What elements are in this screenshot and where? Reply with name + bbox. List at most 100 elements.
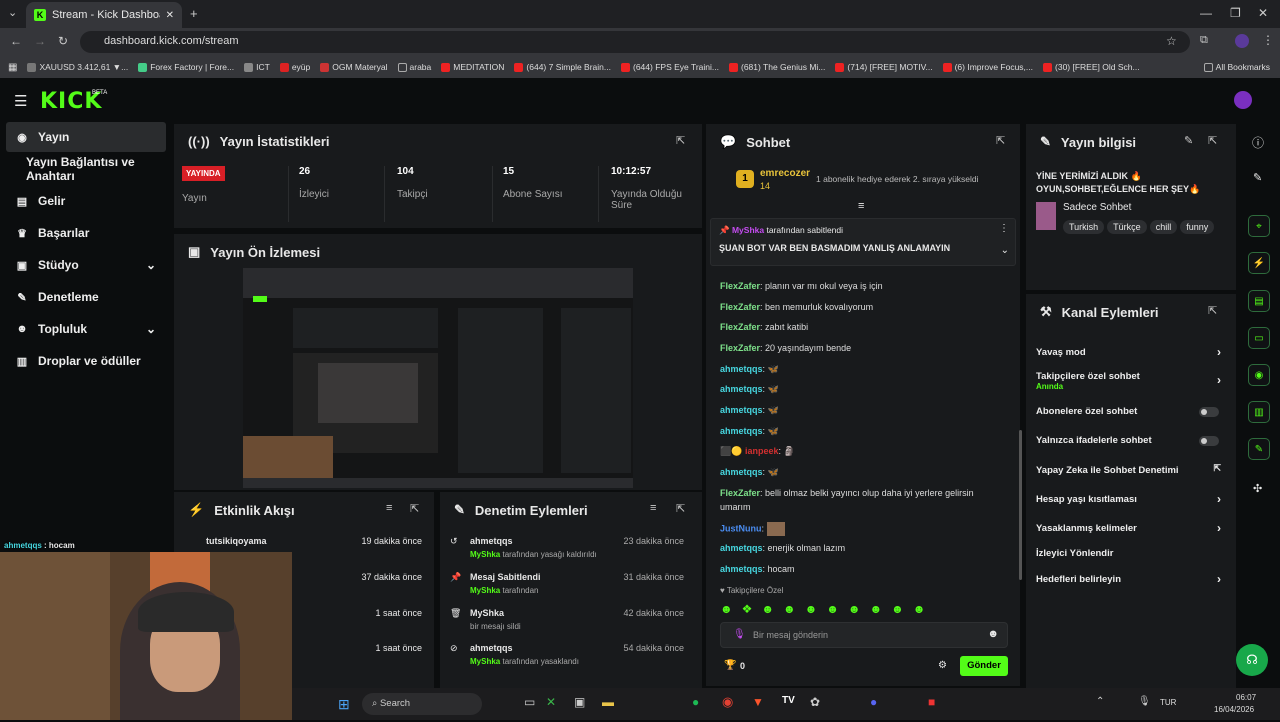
extensions-icon[interactable]: ⧉ (1200, 34, 1208, 47)
browser-tab[interactable]: K Stream - Kick Dashboard ✕ (26, 2, 182, 28)
bookmark-item[interactable]: ICT (244, 62, 270, 72)
action-host[interactable]: İzleyici Yönlendir (1036, 548, 1221, 559)
tool-document-icon[interactable]: ▤ (1248, 290, 1270, 312)
clock-date[interactable]: 16/04/2026 (1214, 705, 1254, 714)
support-headset-icon[interactable]: ☊ (1236, 644, 1268, 676)
expand-icon[interactable]: ⇱ (410, 502, 419, 515)
bookmark-item[interactable]: (644) 7 Simple Brain... (514, 62, 611, 72)
action-banned-words[interactable]: Yasaklanmış kelimeler › (1036, 521, 1221, 535)
microphone-icon[interactable]: 🎙 (1138, 696, 1151, 707)
sidebar-item-studyo[interactable]: ▣ Stüdyo ⌄ (6, 250, 166, 280)
edit-pencil-icon[interactable]: ✎ (1253, 171, 1262, 184)
xbox-icon[interactable]: ✕ (546, 695, 556, 709)
pinned-message[interactable]: 📌 MyShka tarafından sabitlendi ŞUAN BOT … (710, 218, 1016, 266)
tool-lightning-icon[interactable]: ⚡ (1248, 252, 1270, 274)
bookmark-item[interactable]: MEDITATION (441, 62, 504, 72)
bookmark-item[interactable]: OGM Materyal (320, 62, 388, 72)
tray-chevron-icon[interactable]: ⌃ (1096, 696, 1104, 707)
filter-icon[interactable]: ≡ (858, 200, 864, 212)
close-window-icon[interactable]: ✕ (1258, 6, 1268, 20)
bookmark-folder[interactable]: araba (397, 62, 431, 72)
edit-pencil-icon[interactable]: ✎ (1184, 134, 1193, 147)
action-goals[interactable]: Hedefleri belirleyin › (1036, 572, 1221, 586)
browser-menu-icon[interactable]: ⋮ (1262, 33, 1274, 47)
tool-chat-icon[interactable]: ▭ (1248, 327, 1270, 349)
chat-message: ahmetqqs: 🦋 (720, 384, 779, 394)
info-icon[interactable]: ⓘ (1252, 134, 1264, 151)
sidebar-item-yayin[interactable]: ◉ Yayın (6, 122, 166, 152)
task-view-icon[interactable]: ▭ (524, 695, 535, 709)
close-tab-icon[interactable]: ✕ (166, 10, 174, 21)
brave-icon[interactable]: ▼ (752, 695, 764, 709)
tool-wrench-icon[interactable]: ✎ (1248, 438, 1270, 460)
apps-grid-icon[interactable]: ▦ (8, 62, 17, 73)
language-indicator[interactable]: TUR (1160, 698, 1176, 707)
chatgpt-icon[interactable]: ✿ (810, 695, 820, 709)
sidebar-item-gelir[interactable]: ▤ Gelir (6, 186, 166, 216)
action-emote-only[interactable]: Yalnızca ifadelerle sohbet (1036, 435, 1221, 446)
expand-icon[interactable]: ⇱ (676, 502, 685, 515)
broadcast-icon: ((·)) (188, 134, 210, 149)
back-icon[interactable]: ← (10, 34, 22, 48)
discord-icon[interactable]: ● (870, 695, 877, 709)
tool-broadcast-icon[interactable]: ◉ (1248, 364, 1270, 386)
bookmark-item[interactable]: Forex Factory | Fore... (138, 62, 234, 72)
tradingview-icon[interactable]: TV (782, 695, 795, 706)
sidebar-item-topluluk[interactable]: ☻ Topluluk ⌄ (6, 314, 166, 344)
kick-header (0, 78, 1280, 122)
chat-scrollbar[interactable] (1019, 430, 1022, 580)
tool-layout-icon[interactable]: ▥ (1248, 401, 1270, 423)
chrome-icon[interactable]: ◉ (722, 694, 733, 710)
tool-screenshot-icon[interactable]: ⌖ (1248, 215, 1270, 237)
expand-icon[interactable]: ⇱ (1208, 134, 1217, 147)
bookmark-item[interactable]: (714) [FREE] MOTIV... (835, 62, 933, 72)
expand-icon[interactable]: ⇱ (996, 134, 1005, 147)
external-link-icon: ⇱ (1213, 463, 1221, 473)
emote-bar[interactable]: ☻❖☻☻☻☻☻☻☻☻ (720, 602, 934, 616)
sidebar-item-droplar[interactable]: ▥ Droplar ve ödüller (6, 346, 166, 376)
recording-icon[interactable]: ■ (928, 695, 935, 709)
reload-icon[interactable]: ↻ (58, 34, 68, 48)
windows-start-icon[interactable]: ⊞ (338, 696, 350, 713)
bookmark-item[interactable]: eyüp (279, 62, 310, 72)
file-explorer-icon[interactable]: ▬ (602, 695, 614, 709)
sidebar-item-stream-key[interactable]: Yayın Bağlantısı ve Anahtarı (6, 154, 166, 184)
store-icon[interactable]: ▣ (574, 695, 585, 709)
bookmark-item[interactable]: (30) [FREE] Old Sch... (1043, 62, 1140, 72)
hamburger-menu-icon[interactable]: ☰ (14, 92, 27, 110)
sidebar-item-basarilar[interactable]: ♛ Başarılar (6, 218, 166, 248)
stream-preview-video[interactable] (243, 268, 633, 488)
maximize-icon[interactable]: ❐ (1230, 6, 1241, 20)
sidebar-item-denetleme[interactable]: ✎ Denetleme (6, 282, 166, 312)
new-tab-icon[interactable]: + (190, 6, 198, 21)
all-bookmarks[interactable]: All Bookmarks (1203, 62, 1280, 72)
action-account-age[interactable]: Hesap yaşı kısıtlaması › (1036, 492, 1221, 506)
filter-icon[interactable]: ≡ (650, 502, 656, 514)
filter-icon[interactable]: ≡ (386, 502, 392, 514)
user-avatar[interactable] (1234, 91, 1252, 109)
chat-input[interactable]: 🎙 Bir mesaj gönderin ☻ (720, 622, 1008, 648)
bookmark-item[interactable]: (6) Improve Focus,... (942, 62, 1033, 72)
action-subscribers-only[interactable]: Abonelere özel sohbet (1036, 406, 1221, 417)
action-slow-mode[interactable]: Yavaş mod › (1036, 345, 1221, 359)
apps-icon[interactable]: ✣ (1253, 482, 1262, 495)
action-followers-only[interactable]: Takipçilere özel sohbet Anında › (1036, 371, 1221, 391)
send-button[interactable]: Gönder (960, 656, 1008, 676)
forward-icon[interactable]: → (34, 34, 46, 48)
clock-time[interactable]: 06:07 (1236, 693, 1256, 702)
bookmark-item[interactable]: XAUUSD 3.412,61 ▼... (27, 62, 128, 72)
action-ai-moderation[interactable]: Yapay Zeka ile Sohbet Denetimi ⇱ (1036, 463, 1221, 476)
expand-icon[interactable]: ⇱ (1208, 304, 1217, 317)
minimize-icon[interactable]: — (1200, 6, 1212, 20)
taskbar-search[interactable]: ⌕ Search (362, 693, 482, 715)
settings-gear-icon[interactable]: ⚙ (938, 660, 947, 671)
chat-message: FlexZafer: planın var mı okul veya iş iç… (720, 281, 883, 291)
tab-list-chevron-icon[interactable]: ⌄ (8, 6, 17, 19)
bookmark-item[interactable]: (681) The Genius Mi... (728, 62, 825, 72)
url-input[interactable]: dashboard.kick.com/stream (80, 31, 1190, 53)
expand-icon[interactable]: ⇱ (676, 134, 685, 147)
bookmark-item[interactable]: (644) FPS Eye Traini... (621, 62, 719, 72)
bookmark-star-icon[interactable]: ☆ (1166, 34, 1177, 48)
spotify-icon[interactable]: ● (692, 695, 699, 709)
profile-icon[interactable] (1235, 34, 1249, 48)
